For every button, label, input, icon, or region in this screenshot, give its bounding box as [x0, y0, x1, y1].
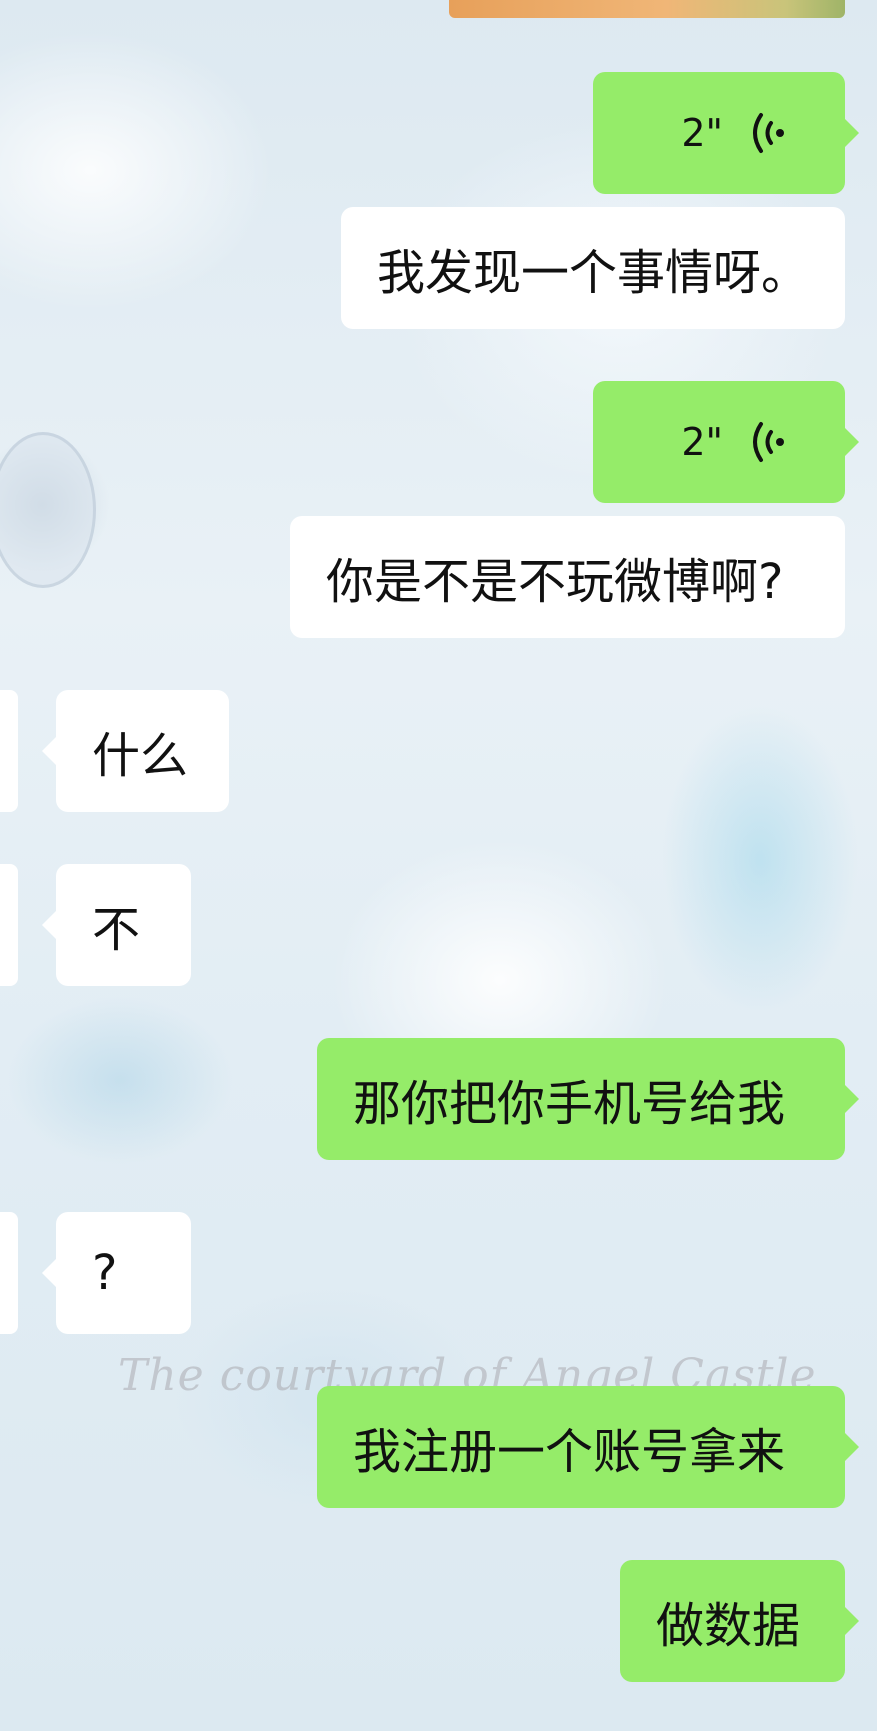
- image-message-partial[interactable]: [449, 0, 845, 18]
- background-decoration: [0, 432, 96, 588]
- message-text: 那你把你手机号给我: [353, 1076, 786, 1132]
- sender-avatar[interactable]: [0, 1212, 18, 1334]
- incoming-text-message[interactable]: 不: [42, 864, 191, 986]
- message-text: 什么: [92, 728, 189, 784]
- outgoing-text-message[interactable]: 那你把你手机号给我: [317, 1038, 859, 1160]
- voice-duration: 2": [681, 111, 723, 155]
- incoming-text-message[interactable]: ?: [42, 1212, 191, 1334]
- outgoing-text-message[interactable]: 我注册一个账号拿来: [317, 1386, 859, 1508]
- sender-avatar[interactable]: [0, 690, 18, 812]
- sender-avatar[interactable]: [0, 864, 18, 986]
- outgoing-text-message[interactable]: 我发现一个事情呀。: [341, 207, 845, 329]
- voice-message[interactable]: 2": [593, 381, 859, 503]
- outgoing-text-message[interactable]: 你是不是不玩微博啊?: [290, 516, 845, 638]
- voice-wave-icon: [753, 422, 784, 462]
- message-text: 我注册一个账号拿来: [353, 1424, 786, 1480]
- incoming-text-message[interactable]: 什么: [42, 690, 229, 812]
- outgoing-text-message[interactable]: 做数据: [620, 1560, 859, 1682]
- message-text: 你是不是不玩微博啊?: [326, 554, 784, 610]
- voice-message[interactable]: 2": [593, 72, 859, 194]
- voice-duration: 2": [681, 420, 723, 464]
- message-text: 我发现一个事情呀。: [377, 245, 810, 301]
- message-text: ?: [92, 1245, 118, 1301]
- message-text: 做数据: [656, 1598, 801, 1654]
- voice-wave-icon: [753, 113, 784, 153]
- message-text: 不: [92, 902, 141, 958]
